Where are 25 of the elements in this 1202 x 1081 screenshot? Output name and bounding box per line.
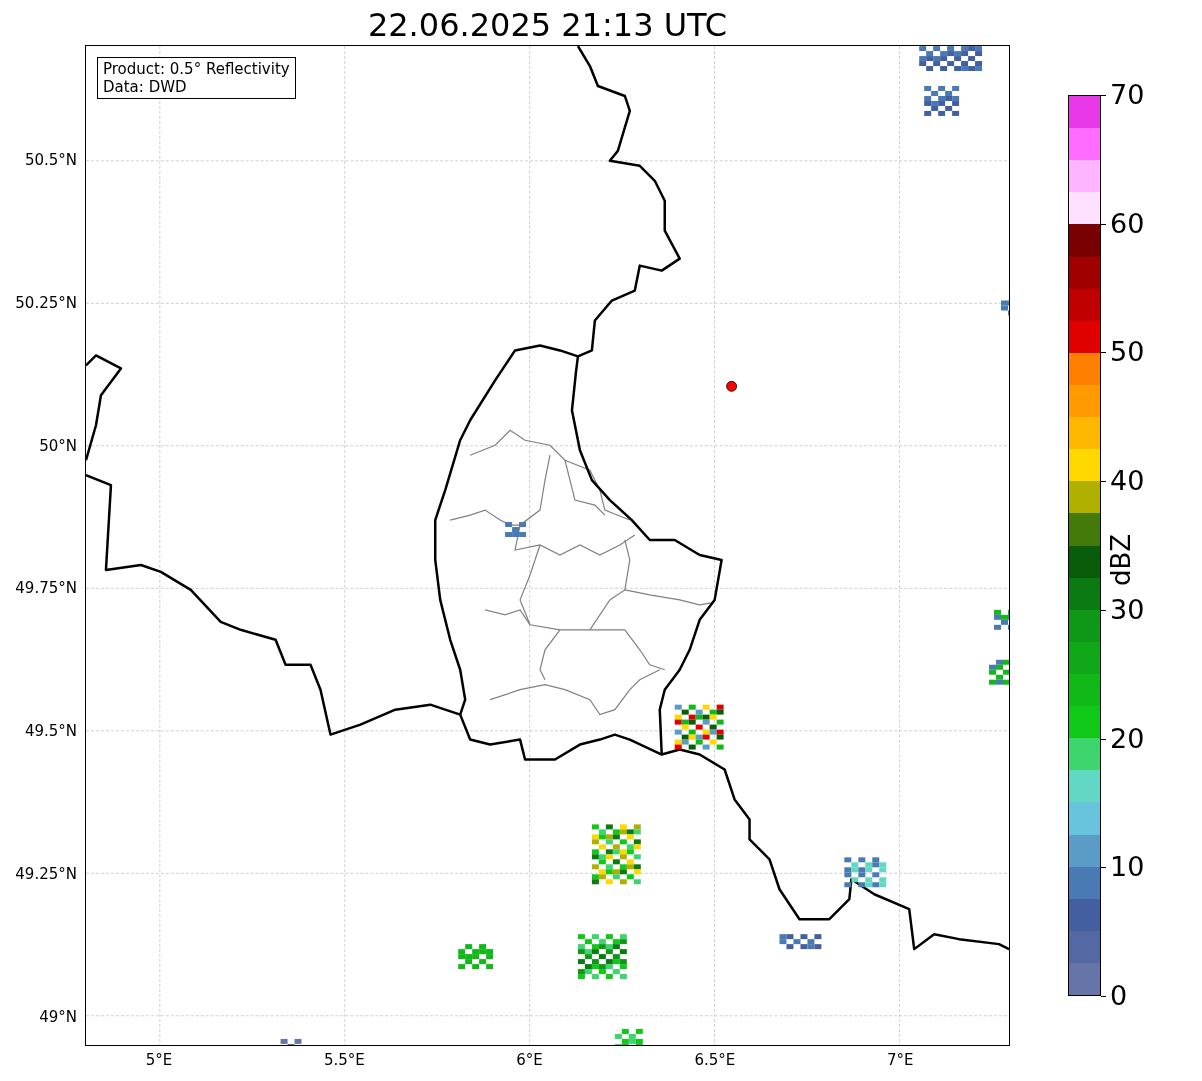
longitude-label: 6.5°E: [694, 1051, 736, 1069]
radar-site-marker: [726, 380, 737, 392]
colorbar-tick-label: 70: [1110, 80, 1145, 110]
latitude-label: 49.25°N: [15, 865, 77, 883]
colorbar-label: dBZ: [1106, 533, 1136, 587]
colorbar-tick-label: 60: [1110, 208, 1145, 239]
colorbar-tick-label: 30: [1110, 594, 1145, 625]
latitude-label: 49.5°N: [24, 722, 77, 741]
longitude-label: 5°E: [145, 1051, 173, 1069]
latitude-label: 49°N: [39, 1007, 77, 1026]
colorbar-tick-label: 40: [1110, 466, 1145, 497]
legend-text: Data: DWD: [103, 78, 188, 96]
longitude-label: 6°E: [516, 1051, 543, 1069]
chart-title: 22.06.2025 21:13 UTC: [367, 5, 728, 45]
latitude-label: 50°N: [39, 436, 77, 455]
latitude-label: 50.5°N: [24, 151, 77, 169]
colorbar-tick-label: 50: [1110, 337, 1145, 368]
colorbar-tick-label: 10: [1110, 852, 1145, 883]
colorbar-tick-label: 0: [1110, 981, 1128, 1011]
longitude-label: 7°E: [886, 1051, 914, 1069]
colorbar-tick-label: 20: [1110, 723, 1145, 754]
legend-text: Product: 0.5° Reflectivity: [103, 60, 290, 78]
longitude-label: 5.5°E: [323, 1051, 365, 1069]
latitude-label: 49.75°N: [15, 579, 77, 598]
latitude-label: 50.25°N: [15, 293, 77, 312]
